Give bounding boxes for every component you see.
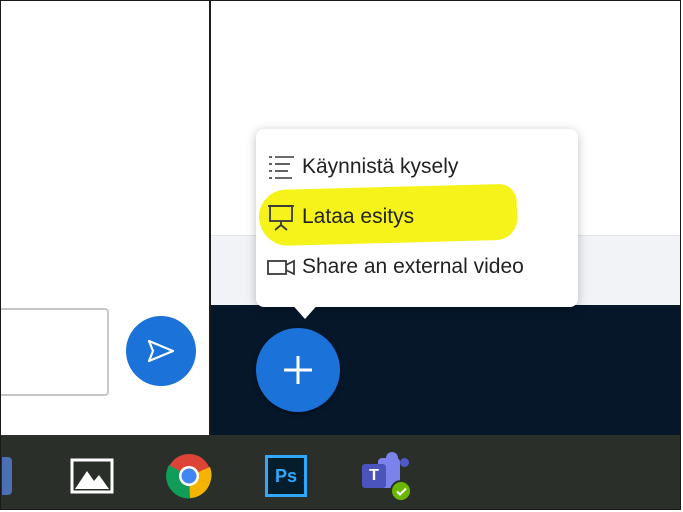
menu-item-label: Share an external video	[302, 255, 524, 278]
add-actions-button[interactable]	[256, 328, 340, 412]
app-window: Käynnistä kysely Lataa esitys Share an e…	[0, 0, 681, 510]
menu-item-start-poll[interactable]: Käynnistä kysely	[266, 147, 458, 187]
send-message-button[interactable]	[126, 316, 196, 386]
status-available-badge	[390, 480, 412, 502]
menu-item-label: Käynnistä kysely	[302, 155, 459, 178]
teams-icon-label: T	[369, 467, 379, 484]
send-icon	[147, 339, 175, 363]
taskbar-photos-button[interactable]	[67, 450, 117, 502]
external-video-icon	[266, 252, 302, 282]
plus-icon	[284, 356, 312, 384]
actions-menu-arrow	[289, 301, 321, 319]
chrome-icon	[166, 454, 212, 499]
chat-message-input[interactable]	[1, 308, 109, 396]
taskbar-photoshop-button[interactable]: Ps	[263, 450, 309, 502]
photos-icon	[70, 458, 114, 494]
poll-list-icon	[266, 152, 302, 182]
presentation-icon	[266, 202, 302, 232]
taskbar-chrome-button[interactable]	[163, 450, 215, 502]
teams-icon: T	[360, 452, 412, 502]
taskbar-teams-button[interactable]: T	[358, 450, 414, 502]
menu-item-upload-presentation[interactable]: Lataa esitys	[266, 197, 414, 237]
chat-pane	[1, 1, 211, 435]
photoshop-icon: Ps	[265, 455, 307, 497]
menu-item-label: Lataa esitys	[302, 205, 415, 228]
menu-item-share-external-video[interactable]: Share an external video	[266, 247, 524, 287]
taskbar-partial-icon	[1, 450, 13, 502]
photoshop-icon-label: Ps	[274, 465, 298, 486]
